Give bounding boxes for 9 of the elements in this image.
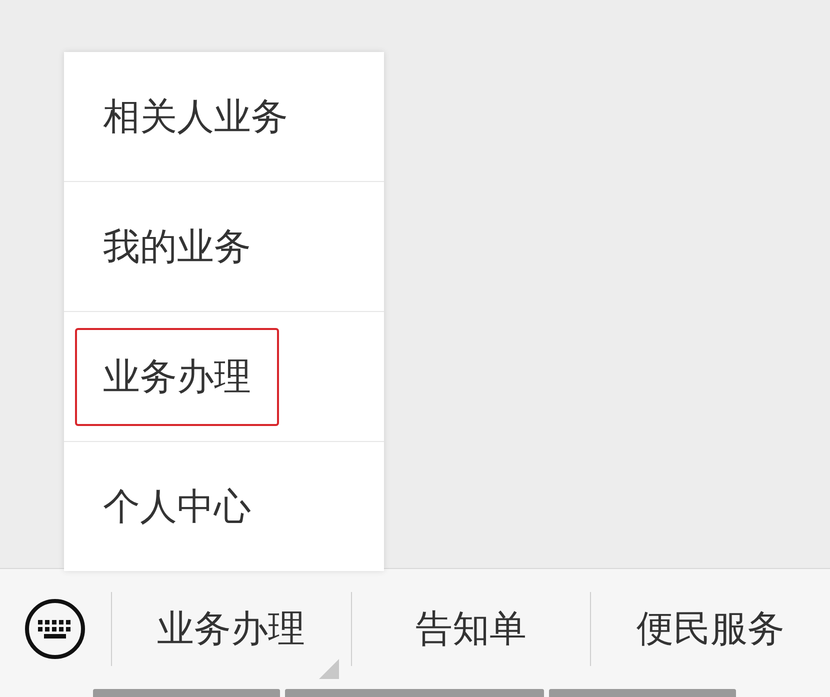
menu-item[interactable]: 相关人业务 <box>75 68 316 166</box>
submenu-indicator-icon <box>318 659 339 679</box>
menu-item[interactable]: 我的业务 <box>75 198 279 296</box>
menu-tab[interactable]: 便民服务 <box>591 579 830 679</box>
keyboard-icon <box>24 598 86 660</box>
menu-tab[interactable]: 告知单 <box>352 579 590 679</box>
menu-item[interactable]: 业务办理 <box>75 328 279 426</box>
menu-item[interactable]: 个人中心 <box>75 458 279 556</box>
menu-tab[interactable]: 业务办理 <box>112 579 351 679</box>
